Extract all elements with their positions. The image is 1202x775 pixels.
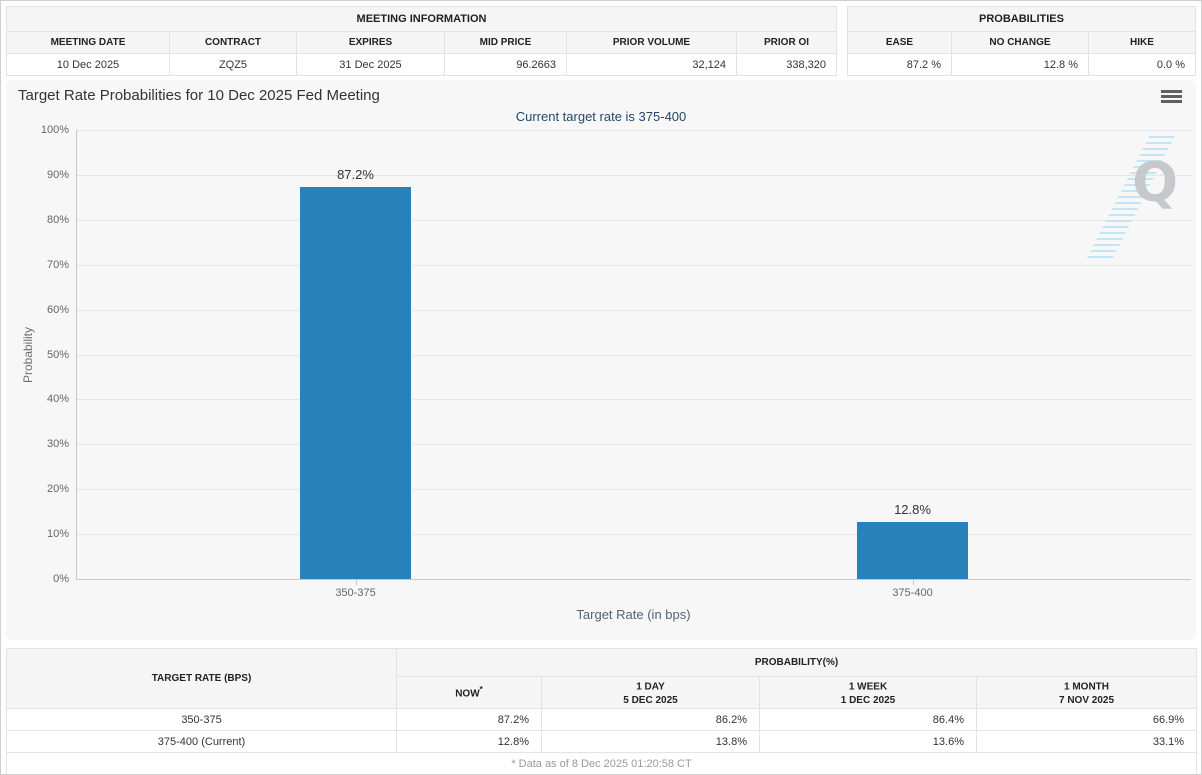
now-column-header: NOW* <box>396 675 542 710</box>
one-day-date: 5 DEC 2025 <box>623 694 678 706</box>
one-week-probability: 86.4% <box>759 708 977 732</box>
history-group-header-row: TARGET RATE (BPS) PROBABILITY(%) <box>6 647 1198 710</box>
prior-volume-header: PRIOR VOLUME <box>566 31 737 54</box>
bar-value-label: 87.2% <box>337 167 374 183</box>
one-day-probability: 86.2% <box>541 708 760 732</box>
one-month-probability: 33.1% <box>975 730 1198 754</box>
now-label: NOW <box>455 688 480 700</box>
chart-subtitle: Current target rate is 375-400 <box>515 109 687 124</box>
mid-price-value: 96.2663 <box>444 53 567 76</box>
chart-title: Target Rate Probabilities for 10 Dec 202… <box>18 87 380 104</box>
meeting-info-data-row: 10 Dec 2025 ZQZ5 31 Dec 2025 96.2663 32,… <box>6 53 838 76</box>
target-rate-bps-header: TARGET RATE (BPS) <box>6 647 397 710</box>
chart-menu-icon[interactable] <box>1161 90 1182 106</box>
probabilities-title: PROBABILITIES <box>846 6 1197 32</box>
y-axis-tick-label: 90% <box>46 168 69 181</box>
history-footnote-row: * Data as of 8 Dec 2025 01:20:58 CT <box>5 752 1198 774</box>
prior-oi-header: PRIOR OI <box>735 31 838 54</box>
one-day-label: 1 DAY <box>636 681 665 693</box>
hike-header: HIKE <box>1087 31 1197 54</box>
meeting-info-table: MEETING INFORMATION MEETING DATE CONTRAC… <box>5 6 838 76</box>
meeting-info-header-row: MEETING DATE CONTRACT EXPIRES MID PRICE … <box>6 31 838 54</box>
y-axis-tick-label: 60% <box>46 303 69 316</box>
probabilities-title-row: PROBABILITIES <box>846 6 1197 32</box>
x-axis-tick <box>912 580 914 585</box>
probabilities-data-row: 87.2 % 12.8 % 0.0 % <box>846 53 1197 76</box>
one-week-date: 1 DEC 2025 <box>840 694 896 706</box>
bar-value-label: 12.8% <box>894 501 931 517</box>
one-week-label: 1 WEEK <box>848 681 888 693</box>
y-gridline <box>77 309 1191 311</box>
top-summary-row: MEETING INFORMATION MEETING DATE CONTRAC… <box>5 6 1197 76</box>
now-probability: 87.2% <box>396 708 542 732</box>
meeting-info-title-row: MEETING INFORMATION <box>5 6 838 32</box>
x-axis-tick <box>355 580 357 585</box>
contract-header: CONTRACT <box>169 31 297 54</box>
y-gridline <box>77 174 1191 176</box>
y-axis-tick-label: 50% <box>46 348 69 361</box>
mid-price-header: MID PRICE <box>444 31 567 54</box>
hike-value: 0.0 % <box>1087 53 1197 76</box>
y-gridline <box>77 534 1191 536</box>
probabilities-header-row: EASE NO CHANGE HIKE <box>846 31 1197 54</box>
y-gridline <box>77 264 1191 266</box>
ease-header: EASE <box>846 31 952 54</box>
x-axis-title: Target Rate (in bps) <box>576 607 691 622</box>
ease-value: 87.2 % <box>846 53 952 76</box>
y-axis-tick-label: 0% <box>53 573 69 585</box>
now-asterisk: * <box>479 684 483 694</box>
history-row-375-400: 375-400 (Current) 12.8% 13.8% 13.6% 33.1… <box>6 730 1198 754</box>
rate-range-label: 375-400 (Current) <box>6 730 397 754</box>
contract-value: ZQZ5 <box>169 53 297 76</box>
one-month-label: 1 MONTH <box>1064 681 1110 693</box>
y-axis-tick-label: 30% <box>46 438 69 451</box>
probabilities-summary-table: PROBABILITIES EASE NO CHANGE HIKE 87.2 %… <box>846 6 1197 76</box>
meeting-info-title: MEETING INFORMATION <box>5 6 838 32</box>
y-gridline <box>77 399 1191 401</box>
y-axis-tick-label: 70% <box>46 258 69 271</box>
expires-value: 31 Dec 2025 <box>296 53 445 76</box>
plot-area: 0% 10% 20% 30% 40% 50% 60% 70% 80% 90% 100% 87.2% 35… <box>41 124 1191 599</box>
one-day-column-header: 1 DAY 5 DEC 2025 <box>541 675 760 710</box>
hamburger-bar <box>1161 100 1182 103</box>
rate-range-label: 350-375 <box>6 708 397 732</box>
one-month-column-header: 1 MONTH 7 NOV 2025 <box>975 675 1198 710</box>
hamburger-bar <box>1161 90 1182 93</box>
y-axis-tick-label: 20% <box>46 483 69 496</box>
x-axis-tick-label: 375-400 <box>892 587 933 599</box>
one-week-column-header: 1 WEEK 1 DEC 2025 <box>759 675 977 710</box>
one-day-probability: 13.8% <box>541 730 760 754</box>
y-gridline <box>77 489 1191 491</box>
history-table: TARGET RATE (BPS) PROBABILITY(%) NOW* 1 … <box>5 647 1198 774</box>
fedwatch-page: MEETING INFORMATION MEETING DATE CONTRAC… <box>0 0 1202 775</box>
no-change-header: NO CHANGE <box>950 31 1089 54</box>
prior-oi-value: 338,320 <box>735 53 838 76</box>
y-gridline <box>77 444 1191 446</box>
prior-volume-value: 32,124 <box>566 53 737 76</box>
probability-pct-header: PROBABILITY(%) <box>395 648 1198 677</box>
meeting-date-header: MEETING DATE <box>6 31 170 54</box>
y-gridline <box>77 354 1191 356</box>
no-change-value: 12.8 % <box>950 53 1089 76</box>
one-month-date: 7 NOV 2025 <box>1058 694 1115 706</box>
one-week-probability: 13.6% <box>759 730 977 754</box>
x-axis-tick-label: 350-375 <box>335 587 376 599</box>
bar-350-375[interactable] <box>300 187 411 579</box>
expires-header: EXPIRES <box>296 31 445 54</box>
one-month-probability: 66.9% <box>975 708 1198 732</box>
y-axis-tick-label: 100% <box>40 124 69 136</box>
bar-375-400[interactable] <box>857 521 968 579</box>
data-as-of-note: * Data as of 8 Dec 2025 01:20:58 CT <box>5 752 1198 774</box>
y-axis-tick-label: 80% <box>46 213 69 226</box>
y-axis-tick-label: 40% <box>46 393 69 406</box>
y-gridline <box>77 130 1191 131</box>
probability-chart-card: Target Rate Probabilities for 10 Dec 202… <box>6 80 1196 640</box>
now-probability: 12.8% <box>396 730 542 754</box>
y-axis-tick-label: 10% <box>46 528 69 541</box>
meeting-date-value: 10 Dec 2025 <box>6 53 170 76</box>
history-row-350-375: 350-375 87.2% 86.2% 86.4% 66.9% <box>6 708 1198 732</box>
hamburger-bar <box>1161 95 1182 98</box>
y-gridline <box>77 219 1191 221</box>
